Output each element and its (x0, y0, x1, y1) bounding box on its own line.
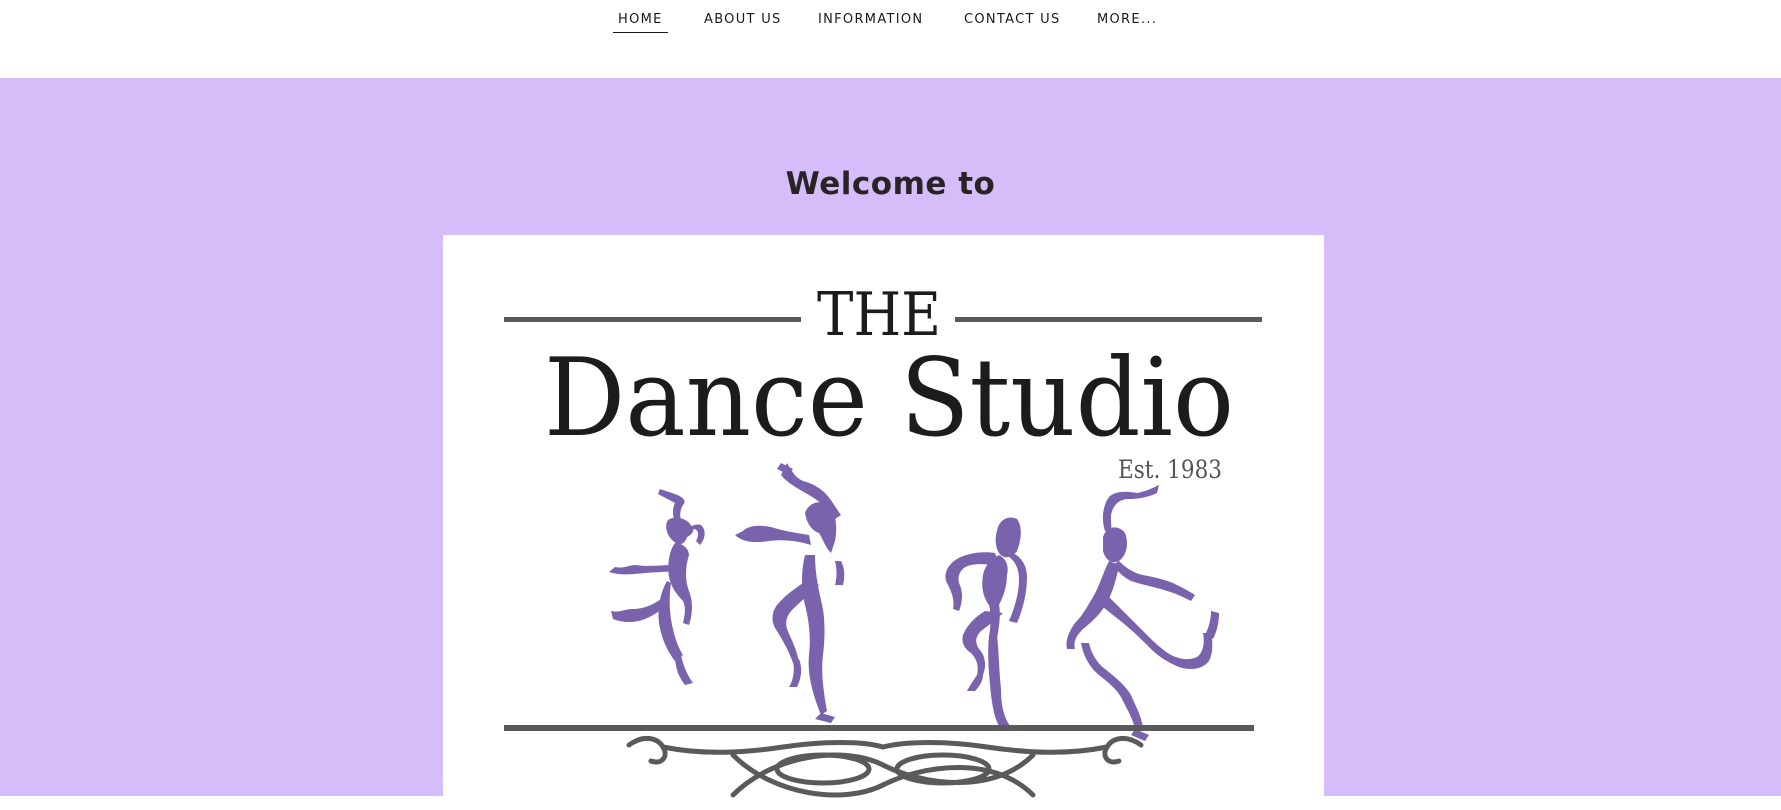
flourish-ornament-icon (626, 736, 1144, 798)
dancer-silhouette-icon (735, 463, 845, 723)
logo-dance-studio-text: Dance Studio (544, 336, 1234, 461)
welcome-heading: Welcome to (785, 166, 996, 202)
logo-top-rule-left (504, 317, 801, 322)
dancer-silhouette-icon (609, 489, 705, 685)
studio-logo: THE Dance Studio Est. 1983 (443, 235, 1324, 810)
nav-information[interactable]: INFORMATION (818, 12, 923, 27)
hero-section: Welcome to THE Dance Studio Est. 1983 (0, 78, 1781, 810)
nav-about-us[interactable]: ABOUT US (704, 12, 782, 27)
nav-contact-us[interactable]: CONTACT US (964, 12, 1061, 27)
logo-top-rule-right (955, 317, 1262, 322)
dancer-silhouette-icon (945, 517, 1027, 731)
logo-established-text: Est. 1983 (1118, 455, 1222, 484)
logo-bottom-rule (504, 725, 1254, 731)
dancer-silhouette-icon (1066, 485, 1219, 741)
nav-home[interactable]: HOME (613, 12, 668, 33)
studio-logo-graphic: THE Dance Studio Est. 1983 (504, 280, 1262, 798)
nav-more[interactable]: MORE... (1097, 12, 1157, 27)
top-navigation: HOME ABOUT US INFORMATION CONTACT US MOR… (0, 0, 1781, 78)
